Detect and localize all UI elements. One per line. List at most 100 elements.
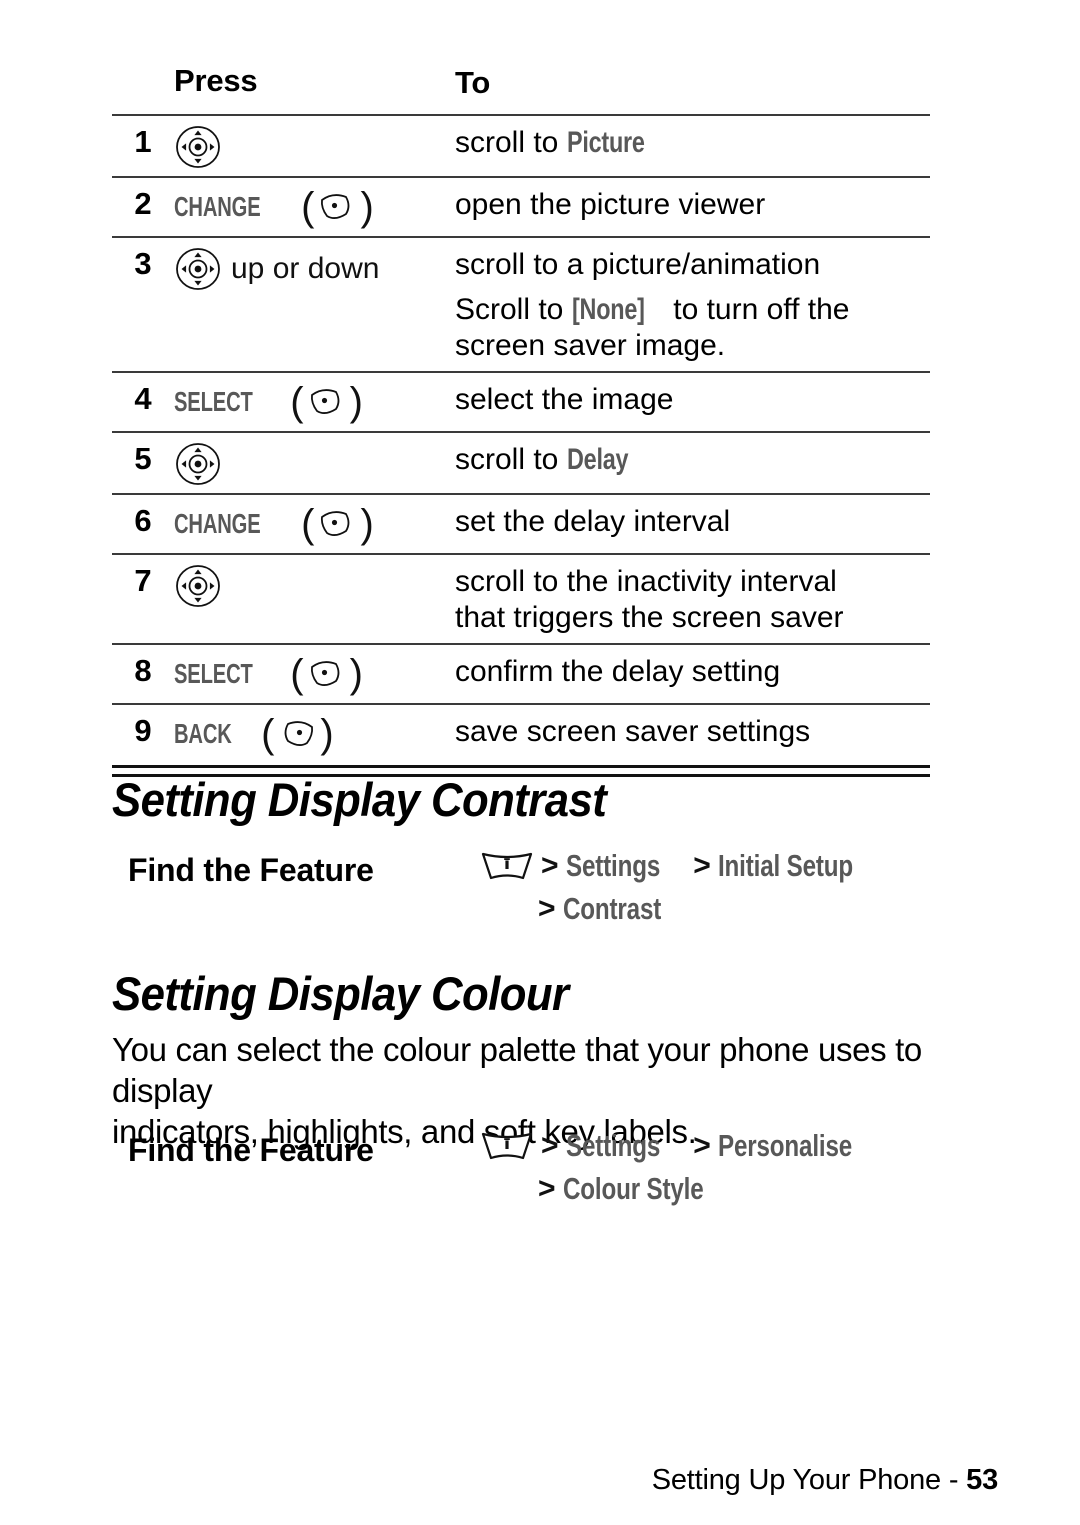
find-the-feature-contrast: Find the Feature > Settings > Initial Se…: [128, 848, 928, 927]
menu-term-settings: Settings: [565, 848, 660, 883]
chevron-1: >: [541, 1129, 559, 1163]
soft-key-label: SELECT: [174, 658, 253, 690]
step-number: 2: [134, 186, 152, 221]
step-number: 6: [134, 503, 152, 538]
menu-term-settings: Settings: [565, 1128, 660, 1163]
press-cell: [174, 440, 455, 486]
to-text: scroll to the inactivity interval: [455, 565, 837, 598]
to-text: open the picture viewer: [455, 188, 766, 221]
to-paragraph: set the delay interval: [455, 504, 930, 540]
press-cell: BACK (): [174, 712, 455, 754]
press-cell: SELECT (): [174, 652, 455, 694]
chevron-1: >: [541, 849, 559, 883]
procedure-table: Press To 1 scroll to Picture 2 CHANGE () open…: [112, 62, 930, 777]
to-text: screen saver image.: [455, 329, 726, 362]
to-text: set the delay interval: [455, 505, 731, 538]
ui-term: Picture: [566, 126, 645, 159]
header-step-number: [112, 62, 174, 64]
to-text-tail: to turn off the: [664, 293, 850, 326]
to-paragraph: scroll to the inactivity interval that tr…: [455, 564, 930, 636]
paren-open: (: [301, 502, 315, 546]
nav-key-icon: [174, 564, 222, 608]
step-number: 4: [134, 381, 152, 416]
to-cell: save screen saver settings: [455, 712, 930, 750]
find-the-feature-label: Find the Feature: [128, 852, 374, 888]
press-cell: up or down: [174, 245, 455, 291]
step-number: 3: [134, 246, 152, 281]
to-text: scroll to: [455, 126, 567, 159]
find-the-feature-label: Find the Feature: [128, 1132, 374, 1168]
chevron-2: >: [693, 849, 711, 883]
to-text: select the image: [455, 383, 674, 416]
to-cell: set the delay interval: [455, 502, 930, 540]
paren-close: ): [349, 652, 363, 696]
page-footer: Setting Up Your Phone - 53: [652, 1464, 998, 1497]
to-paragraph: scroll to Picture: [455, 125, 930, 161]
step-number: 9: [134, 713, 152, 748]
paren-open: (: [301, 185, 315, 229]
heading-setting-display-colour: Setting Display Colour: [112, 966, 603, 1021]
to-paragraph: confirm the delay setting: [455, 654, 930, 690]
table-row: 8 SELECT () confirm the delay setting: [112, 645, 930, 703]
to-cell: confirm the delay setting: [455, 652, 930, 690]
to-text: confirm the delay setting: [455, 655, 781, 688]
table-row: 9 BACK () save screen saver settings: [112, 705, 930, 763]
right-soft-key-icon: [315, 504, 359, 544]
to-text: save screen saver settings: [455, 715, 811, 748]
chevron-2: >: [693, 1129, 711, 1163]
footer-text: Setting Up Your Phone -: [651, 1464, 967, 1496]
to-paragraph: save screen saver settings: [455, 714, 930, 750]
heading-setting-display-contrast: Setting Display Contrast: [112, 772, 643, 827]
to-text: that triggers the screen saver: [455, 601, 844, 634]
table-row: 4 SELECT () select the image: [112, 373, 930, 431]
paren-open: (: [261, 712, 275, 756]
soft-key-icon-group: (): [261, 714, 334, 754]
nav-key-icon: [174, 442, 222, 486]
soft-key-icon-group: (): [301, 187, 374, 227]
soft-key-label: CHANGE: [174, 191, 261, 223]
menu-term-contrast: Contrast: [562, 890, 661, 926]
press-cell: [174, 562, 455, 608]
paragraph-line-1: You can select the colour palette that y…: [112, 1031, 922, 1109]
soft-key-icon-group: (): [301, 504, 374, 544]
paren-open: (: [290, 652, 304, 696]
menu-path-contrast: > Settings > Initial Setup > Contrast: [480, 848, 928, 927]
table-row: 1 scroll to Picture: [112, 116, 930, 176]
to-text: Scroll to: [455, 293, 572, 326]
menu-term-personalise: Personalise: [717, 1128, 852, 1163]
left-soft-key-icon: [275, 714, 319, 754]
heading-text: Setting Display Colour: [112, 967, 569, 1020]
right-soft-key-icon: [305, 654, 349, 694]
header-to: To: [455, 65, 491, 100]
menu-term-colour-style: Colour Style: [562, 1170, 704, 1206]
nav-key-icon: [174, 125, 222, 169]
find-the-feature-colour: Find the Feature > Settings > Personalis…: [128, 1128, 928, 1207]
press-cell: [174, 123, 455, 169]
menu-key-icon: [480, 849, 534, 883]
paren-close: ): [349, 380, 363, 424]
to-paragraph: scroll to a picture/animation: [455, 247, 930, 283]
paren-close: ): [360, 185, 374, 229]
ui-term: Delay: [566, 443, 629, 476]
to-paragraph: scroll to Delay: [455, 442, 930, 478]
table-row: 6 CHANGE () set the delay interval: [112, 495, 930, 553]
menu-path-line-2: > Colour Style: [480, 1171, 928, 1208]
to-cell: select the image: [455, 380, 930, 418]
press-cell: CHANGE (): [174, 502, 455, 544]
to-text: scroll to: [455, 443, 567, 476]
paren-open: (: [290, 380, 304, 424]
table-row: 2 CHANGE () open the picture viewer: [112, 178, 930, 236]
soft-key-label: CHANGE: [174, 508, 261, 540]
to-text: scroll to a picture/animation: [455, 248, 821, 281]
manual-page: Press To 1 scroll to Picture 2 CHANGE () open…: [0, 0, 1080, 1525]
menu-term-initial-setup: Initial Setup: [717, 848, 853, 883]
chevron-3: >: [538, 891, 556, 925]
to-cell: open the picture viewer: [455, 185, 930, 223]
step-number: 1: [134, 124, 152, 159]
step-number: 7: [134, 563, 152, 598]
soft-key-icon-group: (): [290, 382, 363, 422]
footer-page-number: 53: [966, 1464, 998, 1496]
paren-close: ): [320, 712, 334, 756]
soft-key-icon-group: (): [290, 654, 363, 694]
step-number: 5: [134, 441, 152, 476]
